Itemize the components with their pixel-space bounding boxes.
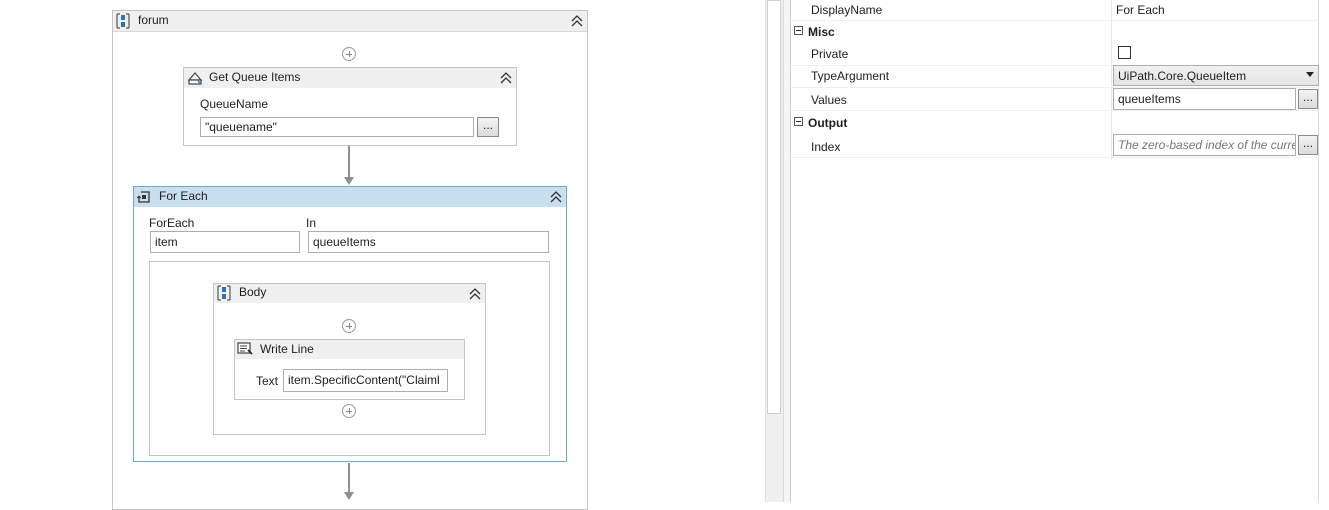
- collapse-category-icon[interactable]: [794, 117, 803, 126]
- property-row-private[interactable]: Private: [790, 43, 1319, 66]
- index-browse-button[interactable]: ...: [1298, 135, 1318, 155]
- flow-arrow-icon: [344, 177, 354, 185]
- category-output[interactable]: Output: [790, 112, 1319, 134]
- sequence-icon: [116, 13, 130, 29]
- displayname-label: DisplayName: [811, 3, 883, 17]
- foreach-loop-icon: [137, 191, 150, 203]
- queue-name-input[interactable]: "queuename": [200, 117, 474, 137]
- collapse-icon[interactable]: [468, 287, 482, 301]
- property-row-values[interactable]: Values queueItems ...: [790, 88, 1319, 111]
- collapse-category-icon[interactable]: [794, 26, 803, 35]
- queue-icon: [187, 72, 203, 85]
- collapse-icon[interactable]: [499, 71, 513, 85]
- add-activity-button[interactable]: [342, 319, 356, 333]
- collapse-icon[interactable]: [549, 190, 563, 204]
- foreach-item-input[interactable]: item: [150, 231, 300, 253]
- write-line-icon: [237, 342, 253, 355]
- queue-name-label: QueueName: [200, 97, 269, 111]
- category-misc-label: Misc: [808, 25, 835, 39]
- body-title: Body: [239, 285, 267, 299]
- index-label: Index: [811, 140, 841, 154]
- flow-arrow-icon: [344, 492, 354, 500]
- typeargument-label: TypeArgument: [811, 69, 890, 83]
- private-checkbox[interactable]: [1118, 46, 1131, 59]
- write-line-text-input[interactable]: item.SpecificContent("Claiml: [283, 369, 448, 392]
- sequence-forum-header[interactable]: [113, 11, 587, 32]
- values-label: Values: [811, 93, 847, 107]
- property-row-typeargument[interactable]: TypeArgument UiPath.Core.QueueItem: [790, 65, 1319, 88]
- sequence-title: forum: [138, 13, 169, 27]
- collapse-icon[interactable]: [570, 14, 584, 28]
- flow-connector: [348, 146, 350, 178]
- add-activity-button[interactable]: [342, 47, 356, 61]
- sequence-icon: [217, 285, 231, 301]
- values-input[interactable]: queueItems: [1113, 88, 1296, 110]
- displayname-value[interactable]: For Each: [1116, 3, 1165, 17]
- queue-name-browse-button[interactable]: ...: [477, 117, 499, 137]
- chevron-down-icon: [1306, 72, 1314, 77]
- write-line-title: Write Line: [260, 342, 314, 356]
- typeargument-dropdown[interactable]: UiPath.Core.QueueItem: [1113, 65, 1319, 86]
- text-label: Text: [256, 374, 279, 388]
- panel-divider: [783, 0, 790, 502]
- property-row-displayname[interactable]: DisplayName For Each: [790, 0, 1319, 21]
- property-row-index[interactable]: Index The zero-based index of the curre …: [790, 134, 1319, 158]
- for-each-title: For Each: [159, 189, 208, 203]
- flow-connector: [348, 463, 350, 493]
- index-input[interactable]: The zero-based index of the curre: [1113, 134, 1296, 156]
- typeargument-value: UiPath.Core.QueueItem: [1118, 69, 1247, 83]
- category-output-label: Output: [808, 116, 848, 130]
- add-activity-button[interactable]: [342, 404, 356, 418]
- foreach-label: ForEach: [149, 216, 195, 230]
- category-misc[interactable]: Misc: [790, 21, 1319, 43]
- in-label: In: [306, 216, 317, 230]
- get-queue-items-title: Get Queue Items: [209, 70, 301, 84]
- in-collection-input[interactable]: queueItems: [308, 231, 549, 253]
- scrollbar-thumb[interactable]: [767, 0, 781, 414]
- private-label: Private: [811, 47, 849, 61]
- values-browse-button[interactable]: ...: [1298, 89, 1318, 109]
